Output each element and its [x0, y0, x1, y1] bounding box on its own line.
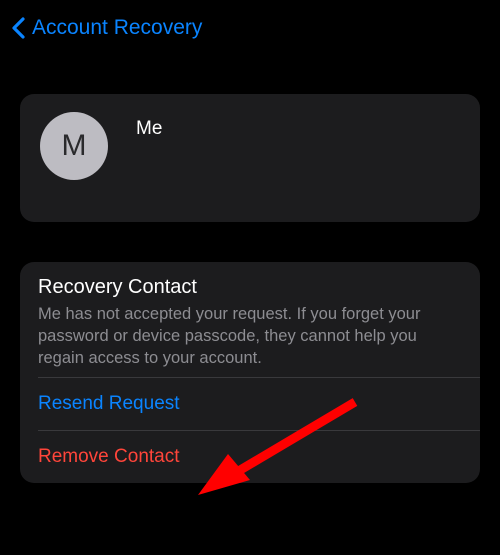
nav-bar: Account Recovery [0, 0, 500, 56]
contact-card[interactable]: M Me [20, 94, 480, 222]
remove-contact-button[interactable]: Remove Contact [20, 431, 480, 483]
recovery-header: Recovery Contact Me has not accepted you… [20, 262, 480, 377]
back-chevron-icon[interactable] [6, 14, 30, 42]
resend-request-button[interactable]: Resend Request [20, 378, 480, 430]
avatar: M [40, 112, 108, 180]
recovery-description: Me has not accepted your request. If you… [38, 304, 462, 369]
recovery-title: Recovery Contact [38, 276, 462, 299]
nav-back-title[interactable]: Account Recovery [32, 16, 202, 40]
contact-name-label: Me [136, 118, 162, 140]
content-area: M Me Recovery Contact Me has not accepte… [0, 94, 500, 483]
recovery-contact-card: Recovery Contact Me has not accepted you… [20, 262, 480, 483]
